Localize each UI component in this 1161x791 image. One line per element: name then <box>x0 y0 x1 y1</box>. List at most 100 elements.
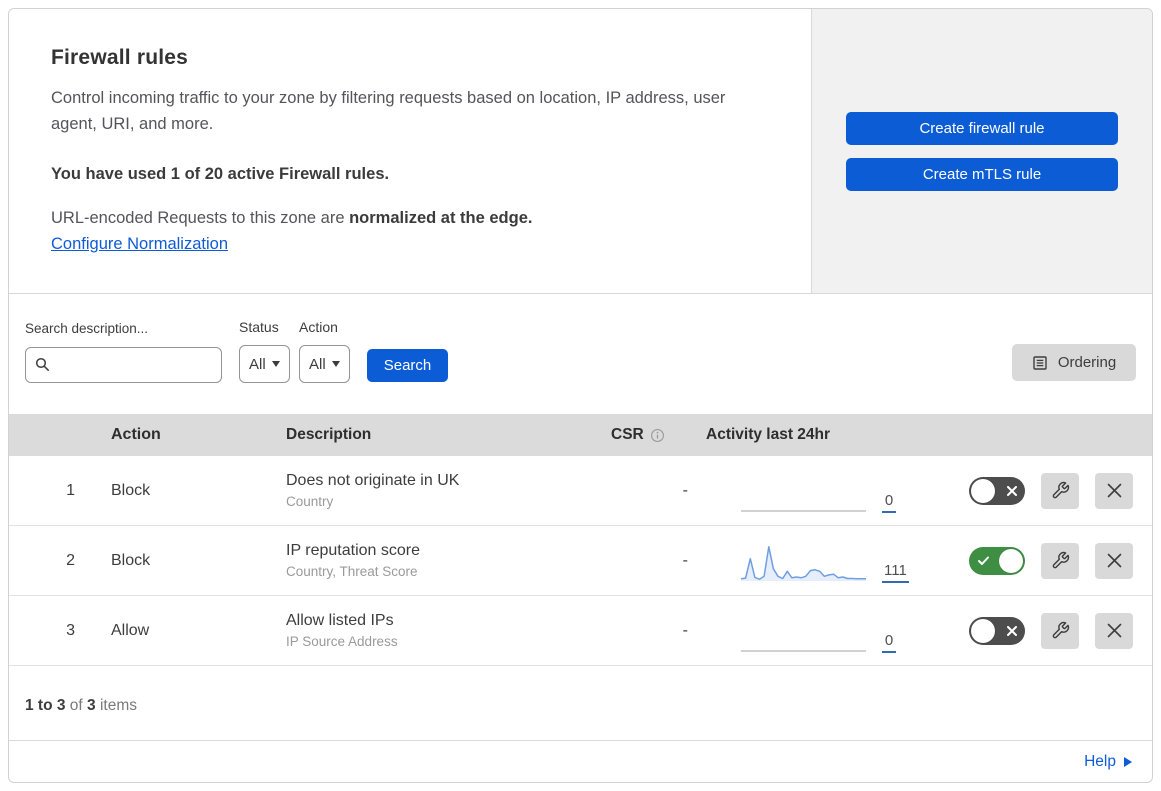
actions-panel: Create firewall rule Create mTLS rule <box>812 9 1152 293</box>
header-section: Firewall rules Control incoming traffic … <box>9 9 1152 294</box>
table-row: 2 Block IP reputation score Country, Thr… <box>9 526 1152 596</box>
search-field-wrap <box>25 347 222 383</box>
chevron-down-icon <box>271 361 280 367</box>
items-text: items <box>95 697 137 714</box>
page-description: Control incoming traffic to your zone by… <box>51 89 726 133</box>
of-text: of <box>65 697 88 714</box>
toggle-knob <box>999 548 1023 573</box>
pagination-summary: 1 to 3 of 3 items <box>9 666 1152 737</box>
activity-group: 0 <box>741 609 896 653</box>
rule-priority: 1 <box>66 481 75 499</box>
activity-count-link[interactable]: 0 <box>882 632 896 653</box>
list-document-icon <box>1033 355 1047 370</box>
rule-action: Block <box>111 551 151 569</box>
delete-rule-button[interactable] <box>1095 542 1133 579</box>
wrench-icon <box>1052 481 1069 499</box>
help-label: Help <box>1084 752 1116 770</box>
rule-enabled-toggle[interactable] <box>969 616 1025 645</box>
rule-priority: 2 <box>66 551 75 569</box>
rule-enabled-toggle[interactable] <box>969 546 1025 575</box>
rule-description-cell: IP reputation score Country, Threat Scor… <box>278 542 591 579</box>
rule-csr-value: - <box>682 621 688 639</box>
normalization-bold: normalized at the edge. <box>349 209 533 227</box>
usage-notice: You have used 1 of 20 active Firewall ru… <box>51 165 390 183</box>
delete-rule-button[interactable] <box>1095 612 1133 649</box>
check-icon <box>978 547 989 575</box>
rule-activity-cell: 0 <box>706 469 1152 513</box>
column-description: Description <box>286 426 372 443</box>
wrench-icon <box>1052 551 1069 569</box>
status-label: Status <box>239 319 279 335</box>
column-action: Action <box>111 426 161 443</box>
table-header-row: Action Description CSR Activity last 24h… <box>9 414 1152 456</box>
x-icon <box>1007 617 1017 645</box>
search-icon <box>35 357 49 371</box>
rule-action: Block <box>111 481 151 499</box>
rule-description-cell: Allow listed IPs IP Source Address <box>278 612 591 649</box>
table-row: 3 Allow Allow listed IPs IP Source Addre… <box>9 596 1152 666</box>
close-icon <box>1107 483 1121 498</box>
configure-normalization-link[interactable]: Configure Normalization <box>51 235 228 254</box>
action-value: All <box>309 355 326 373</box>
help-bar: Help <box>9 740 1152 782</box>
status-select[interactable]: All <box>239 345 290 383</box>
items-range: 1 to 3 <box>25 697 66 714</box>
rule-description[interactable]: IP reputation score <box>286 542 591 560</box>
activity-count-link[interactable]: 111 <box>882 562 909 583</box>
csr-header-label: CSR <box>611 426 644 443</box>
items-total: 3 <box>87 697 96 714</box>
wrench-icon <box>1052 621 1069 639</box>
rule-fields: Country <box>286 494 334 509</box>
search-input[interactable] <box>25 347 222 383</box>
rule-csr-value: - <box>682 551 688 569</box>
action-select[interactable]: All <box>299 345 350 383</box>
activity-group: 0 <box>741 469 896 513</box>
header-text-panel: Firewall rules Control incoming traffic … <box>9 9 812 293</box>
status-value: All <box>249 355 266 373</box>
column-csr: CSR <box>591 426 706 444</box>
page-title: Firewall rules <box>51 46 189 69</box>
rule-controls <box>969 612 1133 649</box>
action-label: Action <box>299 319 338 335</box>
rule-fields: IP Source Address <box>286 634 398 649</box>
rule-csr-value: - <box>682 481 688 499</box>
rule-controls <box>969 472 1133 509</box>
arrow-right-icon <box>1124 756 1132 767</box>
activity-sparkline <box>741 649 866 652</box>
close-icon <box>1107 553 1121 568</box>
rule-description-cell: Does not originate in UK Country <box>278 472 591 509</box>
ordering-button[interactable]: Ordering <box>1012 344 1136 381</box>
chevron-down-icon <box>331 361 340 367</box>
search-button[interactable]: Search <box>367 349 448 382</box>
firewall-rules-card: Firewall rules Control incoming traffic … <box>8 8 1153 783</box>
create-mtls-rule-button[interactable]: Create mTLS rule <box>846 158 1118 191</box>
edit-rule-button[interactable] <box>1041 542 1079 579</box>
edit-rule-button[interactable] <box>1041 612 1079 649</box>
activity-count-link[interactable]: 0 <box>882 492 896 513</box>
delete-rule-button[interactable] <box>1095 472 1133 509</box>
ordering-label: Ordering <box>1057 354 1117 371</box>
column-activity: Activity last 24hr <box>706 426 831 443</box>
filter-bar: Search description... Status All Action … <box>9 294 1152 414</box>
activity-group: 111 <box>741 539 909 583</box>
toggle-knob <box>971 618 995 643</box>
rule-fields: Country, Threat Score <box>286 564 418 579</box>
rule-enabled-toggle[interactable] <box>969 476 1025 505</box>
rule-priority: 3 <box>66 621 75 639</box>
rule-description[interactable]: Does not originate in UK <box>286 472 591 490</box>
rule-controls <box>969 542 1133 579</box>
info-icon[interactable] <box>650 428 665 443</box>
toggle-knob <box>971 478 995 503</box>
rule-activity-cell: 111 <box>706 539 1152 583</box>
edit-rule-button[interactable] <box>1041 472 1079 509</box>
activity-sparkline <box>741 545 866 581</box>
help-link[interactable]: Help <box>1084 753 1132 771</box>
search-label: Search description... <box>25 321 149 336</box>
create-firewall-rule-button[interactable]: Create firewall rule <box>846 112 1118 145</box>
table-row: 1 Block Does not originate in UK Country… <box>9 456 1152 526</box>
rule-description[interactable]: Allow listed IPs <box>286 612 591 630</box>
normalization-text: URL-encoded Requests to this zone are <box>51 209 350 227</box>
rule-action: Allow <box>111 621 150 639</box>
rule-activity-cell: 0 <box>706 609 1152 653</box>
close-icon <box>1107 623 1121 638</box>
